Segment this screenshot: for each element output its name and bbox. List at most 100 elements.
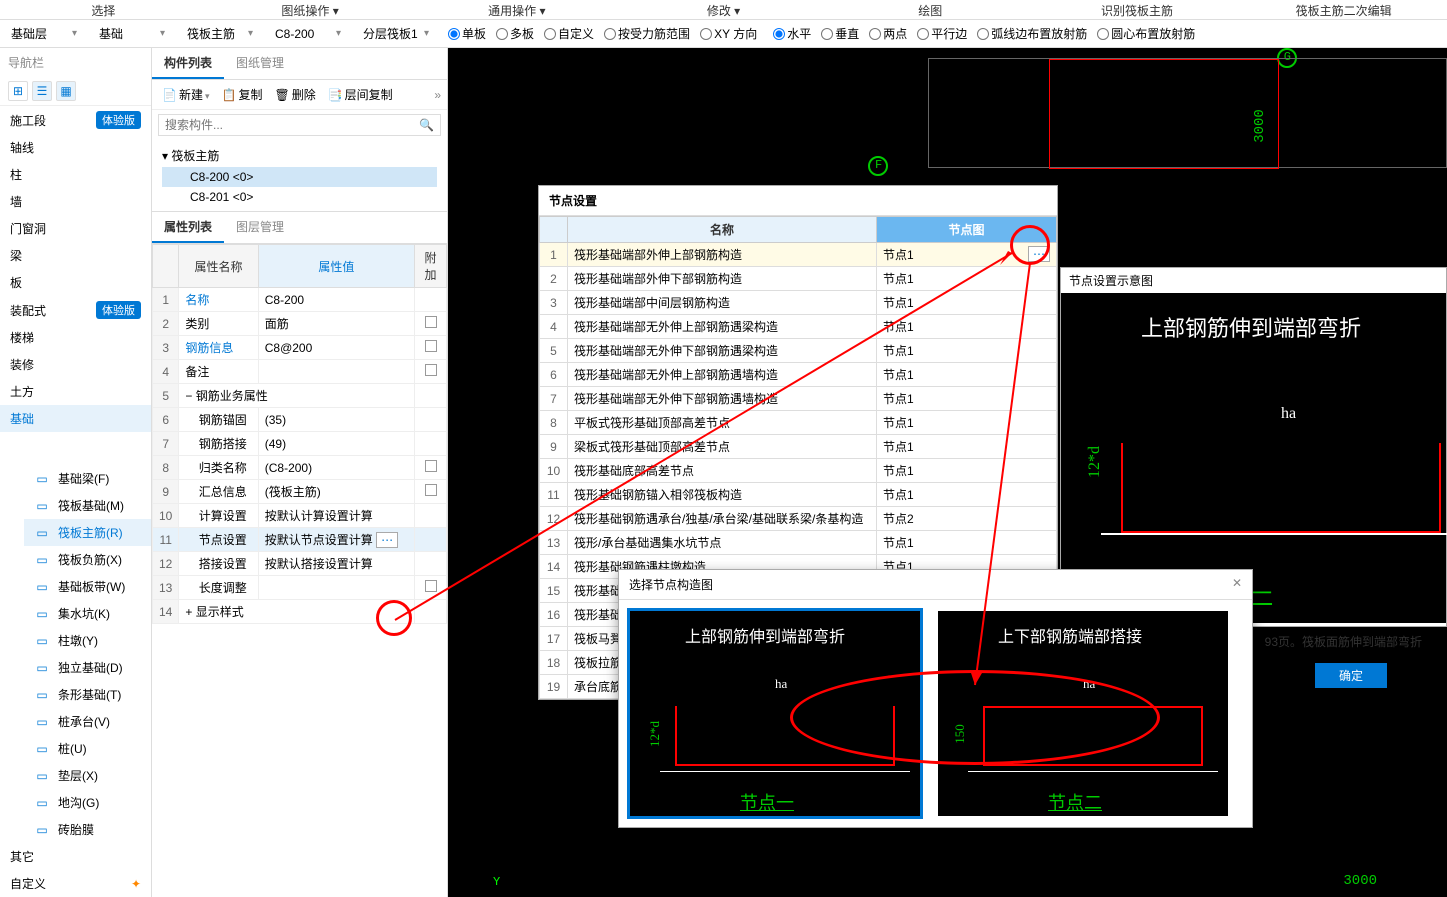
nav-sub-12[interactable]: ▭地沟(G) bbox=[24, 789, 151, 816]
menu-select[interactable]: 选择 bbox=[0, 0, 207, 19]
menu-drawing-ops[interactable]: 图纸操作 ▾ bbox=[207, 0, 414, 19]
prop-row-10[interactable]: 10 计算设置按默认计算设置计算 bbox=[153, 504, 447, 528]
prop-row-12[interactable]: 12 搭接设置按默认搭接设置计算 bbox=[153, 552, 447, 576]
prop-row-3[interactable]: 3钢筋信息C8@200 bbox=[153, 336, 447, 360]
tab-component-list[interactable]: 构件列表 bbox=[152, 48, 224, 79]
close-icon[interactable]: ✕ bbox=[1232, 576, 1242, 593]
prop-row-8[interactable]: 8 归类名称(C8-200) bbox=[153, 456, 447, 480]
member-dropdown[interactable]: C8-200 bbox=[268, 24, 348, 44]
nav-sub-11[interactable]: ▭垫层(X) bbox=[24, 762, 151, 789]
radio-arc[interactable]: 弧线边布置放射筋 bbox=[973, 25, 1091, 42]
nav-item-9[interactable]: 装修 bbox=[0, 351, 151, 378]
radio-single[interactable]: 单板 bbox=[444, 25, 490, 42]
nav-sub-2[interactable]: ▭筏板主筋(R) bbox=[24, 519, 151, 546]
nav-list-icon[interactable]: ☰ bbox=[32, 81, 52, 101]
radio-force-range[interactable]: 按受力筋范围 bbox=[600, 25, 694, 42]
node-settings-btn[interactable]: ⋯ bbox=[376, 532, 398, 548]
choice-2[interactable]: 上下部钢筋端部搭接 ha 150 节点二 bbox=[935, 608, 1231, 819]
nav-sub-8[interactable]: ▭条形基础(T) bbox=[24, 681, 151, 708]
radio-multi[interactable]: 多板 bbox=[492, 25, 538, 42]
nav-sub-10[interactable]: ▭桩(U) bbox=[24, 735, 151, 762]
nav-sub-3[interactable]: ▭筏板负筋(X) bbox=[24, 546, 151, 573]
node-row-4[interactable]: 4筏形基础端部无外伸上部钢筋遇梁构造节点1 bbox=[540, 315, 1057, 339]
radio-horizontal[interactable]: 水平 bbox=[769, 25, 815, 42]
menu-secondary-edit[interactable]: 筏板主筋二次编辑 bbox=[1240, 0, 1447, 19]
tree-child-1[interactable]: C8-201 <0> bbox=[162, 187, 437, 207]
floor-copy-button[interactable]: 📑层间复制 bbox=[324, 84, 397, 105]
nav-item-10[interactable]: 土方 bbox=[0, 378, 151, 405]
floor-dropdown[interactable]: 基础层 bbox=[4, 22, 84, 45]
confirm-button[interactable]: 确定 bbox=[1315, 663, 1387, 688]
node-row-6[interactable]: 6筏形基础端部无外伸上部钢筋遇墙构造节点1 bbox=[540, 363, 1057, 387]
radio-custom[interactable]: 自定义 bbox=[540, 25, 598, 42]
nav-sub-0[interactable]: ▭基础梁(F) bbox=[24, 465, 151, 492]
prop-row-9[interactable]: 9 汇总信息(筏板主筋) bbox=[153, 480, 447, 504]
nav-sub-7[interactable]: ▭独立基础(D) bbox=[24, 654, 151, 681]
search-icon[interactable]: 🔍 bbox=[419, 118, 434, 132]
search-input[interactable] bbox=[165, 118, 419, 132]
nav-item-3[interactable]: 墙 bbox=[0, 188, 151, 215]
tab-drawing-mgmt[interactable]: 图纸管理 bbox=[224, 48, 296, 79]
node-row-2[interactable]: 2筏形基础端部外伸下部钢筋构造节点1 bbox=[540, 267, 1057, 291]
node-row-1[interactable]: 1筏形基础端部外伸上部钢筋构造节点1 ⋯ bbox=[540, 243, 1057, 267]
nav-sub-6[interactable]: ▭柱墩(Y) bbox=[24, 627, 151, 654]
nav-sub-5[interactable]: ▭集水坑(K) bbox=[24, 600, 151, 627]
menu-recognize[interactable]: 识别筏板主筋 bbox=[1034, 0, 1241, 19]
nav-item-2[interactable]: 柱 bbox=[0, 161, 151, 188]
node-row-11[interactable]: 11筏形基础钢筋锚入相邻筏板构造节点1 bbox=[540, 483, 1057, 507]
nav-grid-icon[interactable]: ▦ bbox=[56, 81, 76, 101]
node-row-3[interactable]: 3筏形基础端部中间层钢筋构造节点1 bbox=[540, 291, 1057, 315]
tree-root[interactable]: ▾ 筏板主筋 bbox=[162, 144, 437, 167]
radio-xy[interactable]: XY 方向 bbox=[696, 25, 761, 42]
nav-item-1[interactable]: 轴线 bbox=[0, 134, 151, 161]
prop-row-6[interactable]: 6 钢筋锚固(35) bbox=[153, 408, 447, 432]
node-diagram-btn[interactable]: ⋯ bbox=[1028, 246, 1050, 262]
nav-custom[interactable]: 自定义✦ bbox=[0, 870, 151, 897]
tree-child-0[interactable]: C8-200 <0> bbox=[162, 167, 437, 187]
nav-sub-13[interactable]: ▭砖胎膜 bbox=[24, 816, 151, 843]
node-row-7[interactable]: 7筏形基础端部无外伸下部钢筋遇墙构造节点1 bbox=[540, 387, 1057, 411]
nav-item-6[interactable]: 板 bbox=[0, 269, 151, 296]
node-row-13[interactable]: 13筏形/承台基础遇集水坑节点节点1 bbox=[540, 531, 1057, 555]
element-dropdown[interactable]: 筏板主筋 bbox=[180, 22, 260, 45]
nav-item-11[interactable]: 基础 bbox=[0, 405, 151, 432]
prop-row-11[interactable]: 11 节点设置按默认节点设置计算 ⋯ bbox=[153, 528, 447, 552]
new-button[interactable]: 📄新建 bbox=[158, 84, 214, 105]
radio-vertical[interactable]: 垂直 bbox=[817, 25, 863, 42]
prop-row-7[interactable]: 7 钢筋搭接(49) bbox=[153, 432, 447, 456]
prop-row-5[interactable]: 5− 钢筋业务属性 bbox=[153, 384, 447, 408]
nav-item-7[interactable]: 装配式体验版 bbox=[0, 296, 151, 324]
prop-row-1[interactable]: 1名称C8-200 bbox=[153, 288, 447, 312]
category-dropdown[interactable]: 基础 bbox=[92, 22, 172, 45]
tab-properties[interactable]: 属性列表 bbox=[152, 212, 224, 243]
node-row-12[interactable]: 12筏形基础钢筋遇承台/独基/承台梁/基础联系梁/条基构造节点2 bbox=[540, 507, 1057, 531]
nav-sub-9[interactable]: ▭桩承台(V) bbox=[24, 708, 151, 735]
prop-row-4[interactable]: 4备注 bbox=[153, 360, 447, 384]
prop-row-13[interactable]: 13 长度调整 bbox=[153, 576, 447, 600]
nav-item-5[interactable]: 梁 bbox=[0, 242, 151, 269]
node-row-9[interactable]: 9梁板式筏形基础顶部高差节点节点1 bbox=[540, 435, 1057, 459]
menu-general-ops[interactable]: 通用操作 ▾ bbox=[413, 0, 620, 19]
choice-1[interactable]: 上部钢筋伸到端部弯折 ha 12*d 节点一 bbox=[627, 608, 923, 819]
nav-item-4[interactable]: 门窗洞 bbox=[0, 215, 151, 242]
copy-button[interactable]: 📋复制 bbox=[218, 84, 267, 105]
nav-item-8[interactable]: 楼梯 bbox=[0, 324, 151, 351]
nav-item-0[interactable]: 施工段体验版 bbox=[0, 106, 151, 134]
radio-parallel[interactable]: 平行边 bbox=[913, 25, 971, 42]
node-row-5[interactable]: 5筏形基础端部无外伸下部钢筋遇梁构造节点1 bbox=[540, 339, 1057, 363]
nav-other[interactable]: 其它 bbox=[0, 843, 151, 870]
node-row-8[interactable]: 8平板式筏形基础顶部高差节点节点1 bbox=[540, 411, 1057, 435]
menu-modify[interactable]: 修改 ▾ bbox=[620, 0, 827, 19]
radio-center[interactable]: 圆心布置放射筋 bbox=[1093, 25, 1199, 42]
radio-two-point[interactable]: 两点 bbox=[865, 25, 911, 42]
search-box[interactable]: 🔍 bbox=[158, 114, 441, 136]
node-row-10[interactable]: 10筏形基础底部高差节点节点1 bbox=[540, 459, 1057, 483]
nav-expand-icon[interactable]: ⊞ bbox=[8, 81, 28, 101]
nav-sub-4[interactable]: ▭基础板带(W) bbox=[24, 573, 151, 600]
menu-draw[interactable]: 绘图 bbox=[827, 0, 1034, 19]
toolbar-more-icon[interactable]: » bbox=[434, 88, 441, 102]
tab-layer-mgmt[interactable]: 图层管理 bbox=[224, 212, 296, 243]
nav-sub-1[interactable]: ▭筏板基础(M) bbox=[24, 492, 151, 519]
prop-row-14[interactable]: 14+ 显示样式 bbox=[153, 600, 447, 624]
layer-dropdown[interactable]: 分层筏板1 bbox=[356, 22, 436, 45]
